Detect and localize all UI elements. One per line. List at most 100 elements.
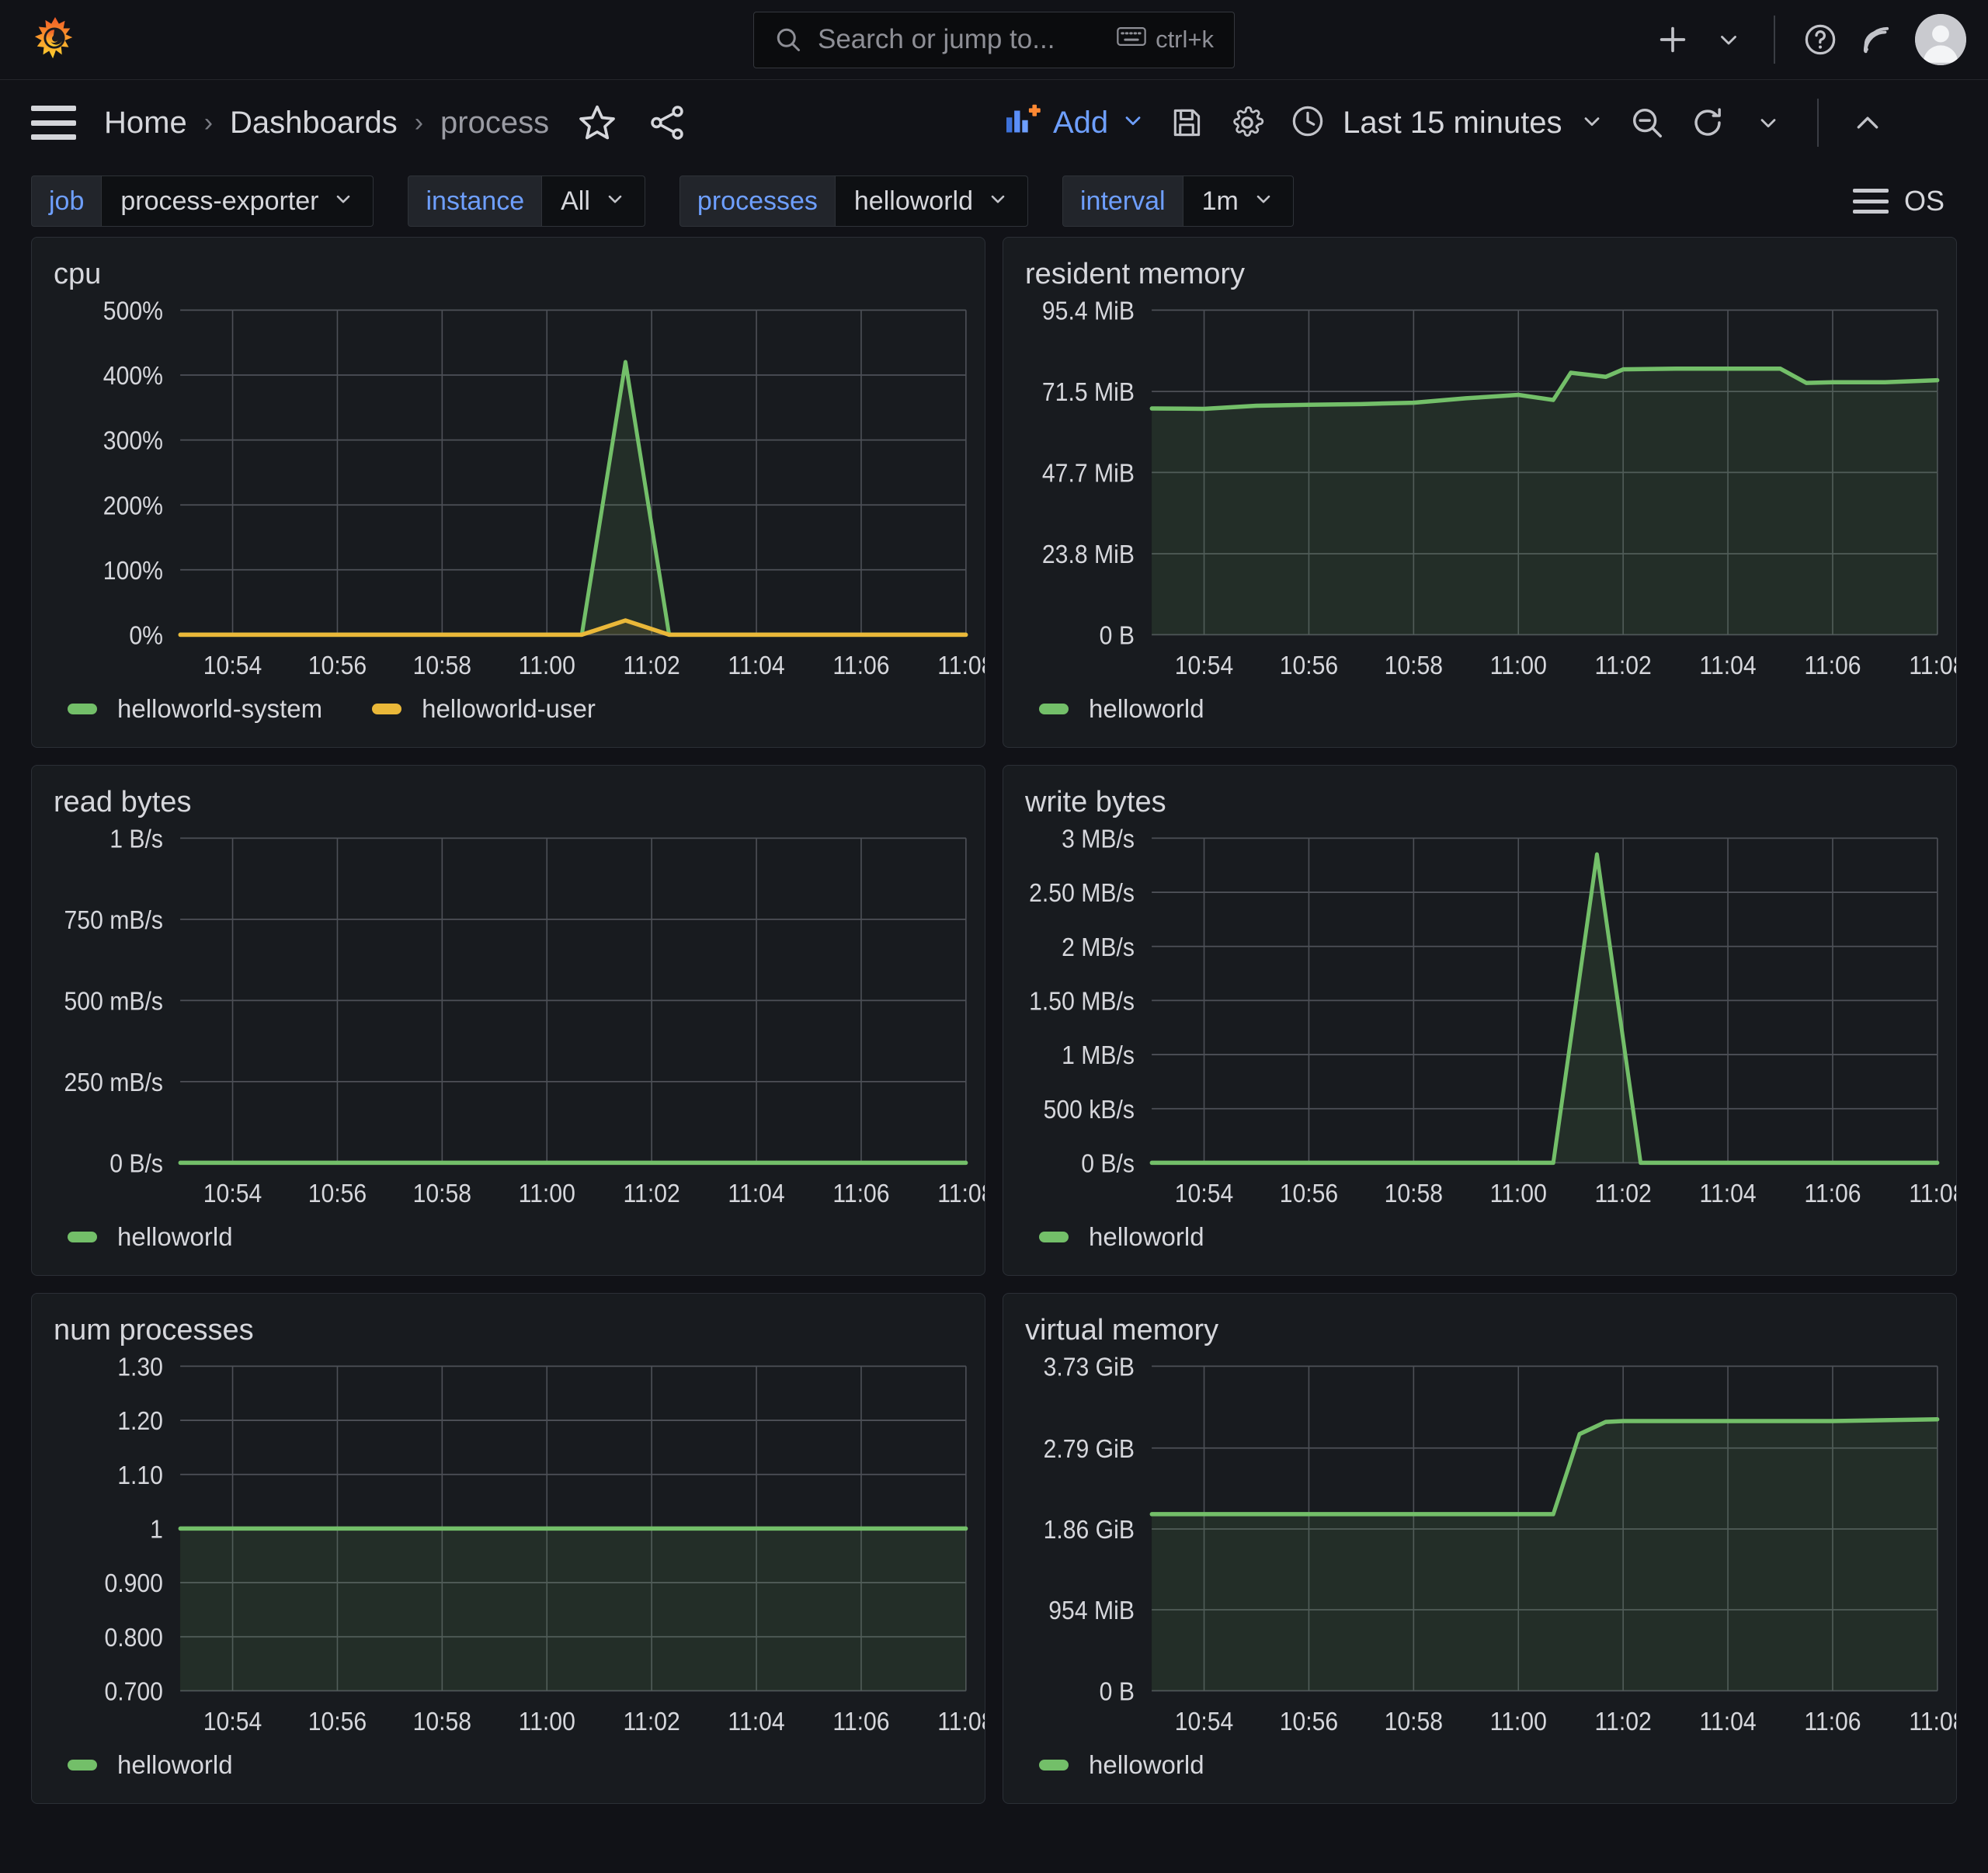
legend-item[interactable]: helloworld: [68, 1750, 233, 1780]
variable-processes-select[interactable]: helloworld: [835, 175, 1028, 227]
variable-interval-select[interactable]: 1m: [1183, 175, 1294, 227]
panel-title-read-bytes: read bytes: [32, 766, 985, 826]
refresh-icon[interactable]: [1677, 92, 1738, 153]
legend-virtual-memory: helloworld: [1003, 1747, 1956, 1803]
y-axis-tick-label: 3 MB/s: [1062, 826, 1135, 853]
legend-cpu: helloworld-system helloworld-user: [32, 691, 985, 747]
x-axis-tick-label: 11:04: [1699, 1707, 1756, 1736]
variable-instance-value: All: [561, 186, 590, 217]
x-axis-tick-label: 11:00: [1490, 1179, 1547, 1208]
series-area: [1152, 369, 1938, 635]
breadcrumb-separator: ›: [415, 108, 423, 138]
y-axis-tick-label: 0 B: [1100, 620, 1135, 650]
legend-label: helloworld: [1089, 694, 1204, 724]
variable-instance-select[interactable]: All: [541, 175, 645, 227]
y-axis-tick-label: 1.86 GiB: [1044, 1515, 1135, 1545]
variable-processes-value: helloworld: [854, 186, 973, 217]
x-axis-tick-label: 11:08: [937, 1707, 985, 1736]
y-axis-tick-label: 2.79 GiB: [1044, 1434, 1135, 1464]
x-axis-tick-label: 11:06: [1804, 1179, 1861, 1208]
panel-virtual-memory: virtual memory 0 B954 MiB1.86 GiB2.79 Gi…: [1003, 1293, 1957, 1804]
legend-item[interactable]: helloworld-system: [68, 694, 322, 724]
chart-num-processes[interactable]: 0.7000.8000.90011.101.201.3010:5410:5610…: [32, 1354, 985, 1747]
series-area: [180, 362, 966, 634]
list-icon: [1853, 189, 1889, 214]
legend-item[interactable]: helloworld: [1039, 1222, 1204, 1252]
y-axis-tick-label: 1.20: [117, 1406, 163, 1436]
x-axis-tick-label: 10:58: [1385, 1707, 1443, 1736]
legend-resident-memory: helloworld: [1003, 691, 1956, 747]
x-axis-tick-label: 10:54: [1175, 1707, 1233, 1736]
rss-icon[interactable]: [1848, 12, 1904, 68]
legend-read-bytes: helloworld: [32, 1219, 985, 1275]
search-shortcut-label: ctrl+k: [1156, 26, 1214, 54]
time-range-picker[interactable]: Last 15 minutes: [1277, 92, 1616, 153]
y-axis-tick-label: 0.900: [104, 1569, 162, 1598]
x-axis-tick-label: 10:56: [308, 1707, 367, 1736]
x-axis-tick-label: 10:58: [1385, 651, 1443, 680]
y-axis-tick-label: 1: [150, 1514, 163, 1544]
add-panel-button[interactable]: Add: [994, 98, 1156, 148]
panel-read-bytes: read bytes 0 B/s250 mB/s500 mB/s750 mB/s…: [31, 765, 985, 1276]
chevron-down-icon: [987, 186, 1009, 217]
search-icon: [774, 26, 802, 54]
y-axis-tick-label: 300%: [103, 426, 163, 455]
plus-icon[interactable]: [1645, 12, 1701, 68]
avatar[interactable]: [1915, 14, 1966, 65]
toolbar-divider: [1817, 99, 1819, 147]
refresh-interval-chevron[interactable]: [1738, 92, 1799, 153]
grafana-logo-icon[interactable]: [31, 16, 79, 64]
legend-item[interactable]: helloworld: [1039, 694, 1204, 724]
share-nodes-icon[interactable]: [645, 101, 689, 144]
y-axis-tick-label: 954 MiB: [1048, 1596, 1135, 1625]
x-axis-tick-label: 11:00: [1490, 651, 1547, 680]
chart-cpu[interactable]: 0%100%200%300%400%500%10:5410:5610:5811:…: [32, 298, 985, 691]
legend-swatch: [1039, 704, 1069, 714]
legend-label: helloworld: [117, 1222, 233, 1252]
chart-virtual-memory[interactable]: 0 B954 MiB1.86 GiB2.79 GiB3.73 GiB10:541…: [1003, 1354, 1956, 1747]
y-axis-tick-label: 200%: [103, 491, 163, 520]
x-axis-tick-label: 10:56: [1280, 1707, 1338, 1736]
save-icon[interactable]: [1156, 92, 1217, 153]
chart-write-bytes[interactable]: 0 B/s500 kB/s1 MB/s1.50 MB/s2 MB/s2.50 M…: [1003, 826, 1956, 1219]
breadcrumb: Home › Dashboards › process: [104, 101, 689, 144]
os-toggle[interactable]: OS: [1853, 185, 1945, 217]
chart-read-bytes[interactable]: 0 B/s250 mB/s500 mB/s750 mB/s1 B/s10:541…: [32, 826, 985, 1219]
x-axis-tick-label: 11:02: [1595, 1707, 1652, 1736]
y-axis-tick-label: 0.800: [104, 1623, 162, 1652]
gear-icon[interactable]: [1217, 92, 1277, 153]
chart-resident-memory[interactable]: 0 B23.8 MiB47.7 MiB71.5 MiB95.4 MiB10:54…: [1003, 298, 1956, 691]
panel-add-icon: [1005, 103, 1041, 143]
x-axis-tick-label: 10:56: [308, 1179, 367, 1208]
legend-write-bytes: helloworld: [1003, 1219, 1956, 1275]
panel-write-bytes: write bytes 0 B/s500 kB/s1 MB/s1.50 MB/s…: [1003, 765, 1957, 1276]
x-axis-tick-label: 11:04: [728, 651, 784, 680]
legend-item[interactable]: helloworld: [1039, 1750, 1204, 1780]
variable-interval-value: 1m: [1202, 186, 1239, 217]
x-axis-tick-label: 10:58: [413, 1707, 471, 1736]
chevron-down-icon[interactable]: [1701, 12, 1757, 68]
x-axis-tick-label: 11:08: [1909, 1707, 1956, 1736]
panel-title-virtual-memory: virtual memory: [1003, 1294, 1956, 1354]
variable-job-select[interactable]: process-exporter: [101, 175, 374, 227]
x-axis-tick-label: 11:06: [1804, 1707, 1861, 1736]
x-axis-tick-label: 11:02: [624, 1707, 680, 1736]
y-axis-tick-label: 47.7 MiB: [1042, 458, 1135, 488]
collapse-toolbar-button[interactable]: [1837, 92, 1898, 153]
y-axis-tick-label: 750 mB/s: [64, 905, 163, 935]
question-circle-icon[interactable]: [1792, 12, 1848, 68]
x-axis-tick-label: 10:58: [1385, 1179, 1443, 1208]
breadcrumb-item-dashboards[interactable]: Dashboards: [230, 106, 398, 141]
zoom-out-icon[interactable]: [1617, 92, 1677, 153]
x-axis-tick-label: 11:04: [728, 1179, 784, 1208]
breadcrumb-item-home[interactable]: Home: [104, 106, 187, 141]
breadcrumb-item-process[interactable]: process: [440, 106, 549, 141]
legend-item[interactable]: helloworld: [68, 1222, 233, 1252]
legend-swatch: [1039, 1232, 1069, 1242]
search-input[interactable]: Search or jump to... ctrl+k: [753, 12, 1235, 68]
panel-num-processes: num processes 0.7000.8000.90011.101.201.…: [31, 1293, 985, 1804]
star-icon[interactable]: [575, 101, 619, 144]
legend-item[interactable]: helloworld-user: [372, 694, 596, 724]
y-axis-tick-label: 500%: [103, 298, 163, 325]
hamburger-menu-icon[interactable]: [31, 106, 76, 140]
